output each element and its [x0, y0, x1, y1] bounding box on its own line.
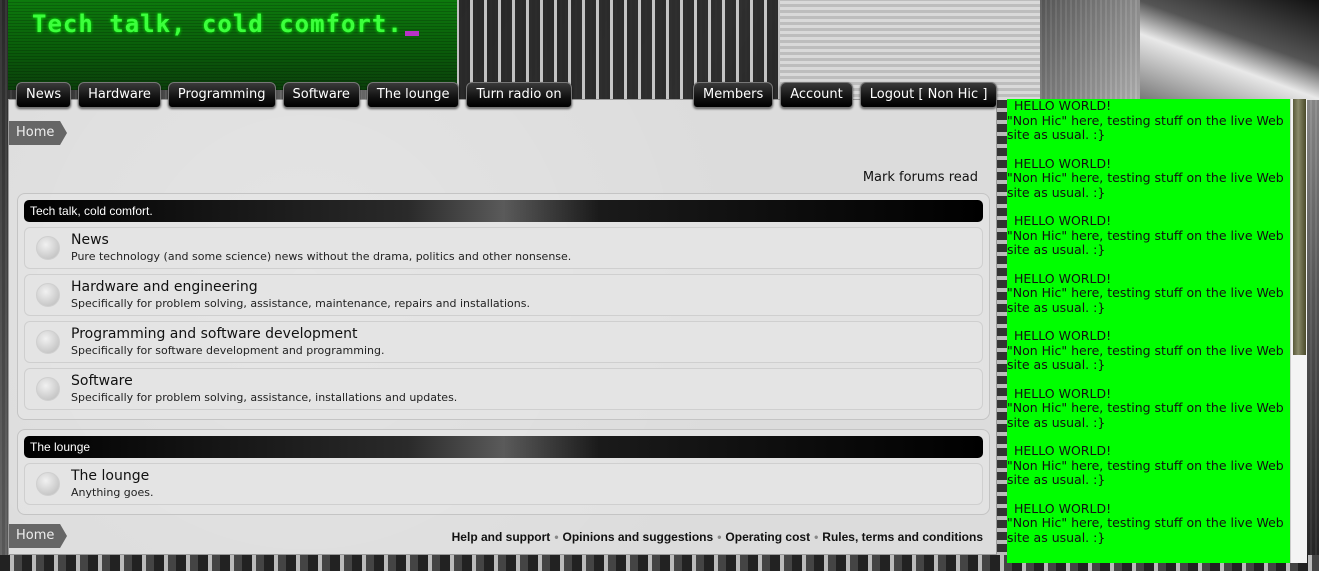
forum-description: Anything goes. — [71, 486, 154, 499]
forum-status-icon — [36, 283, 60, 307]
forum-description: Specifically for problem solving, assist… — [71, 297, 530, 310]
user-nav: Members Account Logout [ Non Hic ] — [693, 82, 998, 108]
forum-status-icon — [36, 236, 60, 260]
cursor-icon — [404, 31, 419, 36]
shout-message: HELLO WORLD! "Non Hic" here, testing stu… — [1007, 500, 1290, 546]
main-nav: News Hardware Programming Software The l… — [16, 82, 572, 108]
footer-link-rules[interactable]: Rules, terms and conditions — [822, 530, 983, 544]
nav-logout[interactable]: Logout [ Non Hic ] — [859, 82, 998, 108]
site-title-text: Tech talk, cold comfort. — [32, 10, 403, 38]
footer-link-opinions[interactable]: Opinions and suggestions — [563, 530, 714, 544]
shout-message: HELLO WORLD! "Non Hic" here, testing stu… — [1007, 270, 1290, 316]
forum-title[interactable]: Software — [71, 373, 133, 389]
forum-row[interactable]: News Pure technology (and some science) … — [24, 227, 983, 269]
footer-link-help[interactable]: Help and support — [452, 530, 551, 544]
footer-separator: • — [554, 530, 559, 544]
shout-heading: HELLO WORLD! — [1014, 500, 1112, 516]
shout-heading: HELLO WORLD! — [1014, 213, 1112, 228]
shout-message: HELLO WORLD! "Non Hic" here, testing stu… — [1007, 99, 1290, 143]
forum-row[interactable]: Software Specifically for problem solvin… — [24, 368, 983, 410]
nav-radio-toggle[interactable]: Turn radio on — [466, 82, 572, 108]
forum-title[interactable]: News — [71, 232, 109, 248]
forum-description: Pure technology (and some science) news … — [71, 250, 572, 263]
shout-heading: HELLO WORLD! — [1014, 155, 1112, 171]
footer-separator: • — [814, 530, 819, 544]
shout-message: HELLO WORLD! "Non Hic" here, testing stu… — [1007, 385, 1290, 431]
shout-message: HELLO WORLD! "Non Hic" here, testing stu… — [1007, 328, 1290, 373]
forum-status-icon — [36, 377, 60, 401]
nav-account[interactable]: Account — [780, 82, 853, 108]
shout-message: HELLO WORLD! "Non Hic" here, testing stu… — [1007, 443, 1290, 488]
shout-heading: HELLO WORLD! — [1014, 99, 1112, 113]
mark-forums-read-link[interactable]: Mark forums read — [863, 170, 978, 185]
footer-separator: • — [717, 530, 722, 544]
forum-row[interactable]: The lounge Anything goes. — [24, 463, 983, 505]
header-banner: Tech talk, cold comfort. — [8, 0, 457, 90]
forum-status-icon — [36, 472, 60, 496]
forum-status-icon — [36, 330, 60, 354]
forum-index-panel: Home Mark forums read Tech talk, cold co… — [8, 99, 997, 555]
nav-software[interactable]: Software — [282, 82, 360, 108]
forum-row[interactable]: Hardware and engineering Specifically fo… — [24, 274, 983, 316]
shout-body: "Non Hic" here, testing stuff on the liv… — [1007, 285, 1284, 315]
footer-links: Help and support • Opinions and suggesti… — [452, 530, 983, 544]
shoutbox-scrollbar[interactable] — [1290, 99, 1307, 563]
background-cable — [1140, 0, 1319, 100]
shout-body: "Non Hic" here, testing stuff on the liv… — [1007, 400, 1284, 430]
forum-title[interactable]: The lounge — [71, 468, 149, 484]
nav-programming[interactable]: Programming — [167, 82, 276, 108]
forum-row[interactable]: Programming and software development Spe… — [24, 321, 983, 363]
shout-heading: HELLO WORLD! — [1014, 385, 1112, 401]
nav-the-lounge[interactable]: The lounge — [366, 82, 460, 108]
forum-description: Specifically for software development an… — [71, 344, 385, 357]
category-title[interactable]: Tech talk, cold comfort. — [24, 200, 983, 222]
nav-hardware[interactable]: Hardware — [78, 82, 161, 108]
shout-body: "Non Hic" here, testing stuff on the liv… — [1007, 457, 1284, 487]
shout-body: "Non Hic" here, testing stuff on the liv… — [1007, 112, 1284, 142]
shout-heading: HELLO WORLD! — [1014, 270, 1112, 286]
shout-body: "Non Hic" here, testing stuff on the liv… — [1007, 515, 1284, 545]
footer-link-operating-cost[interactable]: Operating cost — [725, 530, 810, 544]
shoutbox-panel: HELLO WORLD! "Non Hic" here, testing stu… — [1007, 99, 1290, 563]
scrollbar-thumb[interactable] — [1293, 99, 1306, 355]
category-tech-talk: Tech talk, cold comfort. News Pure techn… — [17, 193, 990, 420]
shout-message: HELLO WORLD! "Non Hic" here, testing stu… — [1007, 155, 1290, 201]
nav-members[interactable]: Members — [693, 82, 774, 108]
category-the-lounge: The lounge The lounge Anything goes. — [17, 429, 990, 515]
shout-message: HELLO WORLD! "Non Hic" here, testing stu… — [1007, 213, 1290, 258]
shout-body: "Non Hic" here, testing stuff on the liv… — [1007, 170, 1284, 200]
category-title[interactable]: The lounge — [24, 436, 983, 458]
forum-title[interactable]: Hardware and engineering — [71, 279, 258, 295]
breadcrumb-home-footer[interactable]: Home — [9, 524, 67, 548]
shout-body: "Non Hic" here, testing stuff on the liv… — [1007, 342, 1284, 372]
shout-heading: HELLO WORLD! — [1014, 328, 1112, 343]
breadcrumb-home[interactable]: Home — [9, 121, 67, 145]
forum-title[interactable]: Programming and software development — [71, 326, 358, 342]
site-title[interactable]: Tech talk, cold comfort. — [32, 10, 419, 38]
nav-news[interactable]: News — [16, 82, 72, 108]
shout-heading: HELLO WORLD! — [1014, 443, 1112, 458]
shout-body: "Non Hic" here, testing stuff on the liv… — [1007, 227, 1284, 257]
forum-description: Specifically for problem solving, assist… — [71, 391, 458, 404]
